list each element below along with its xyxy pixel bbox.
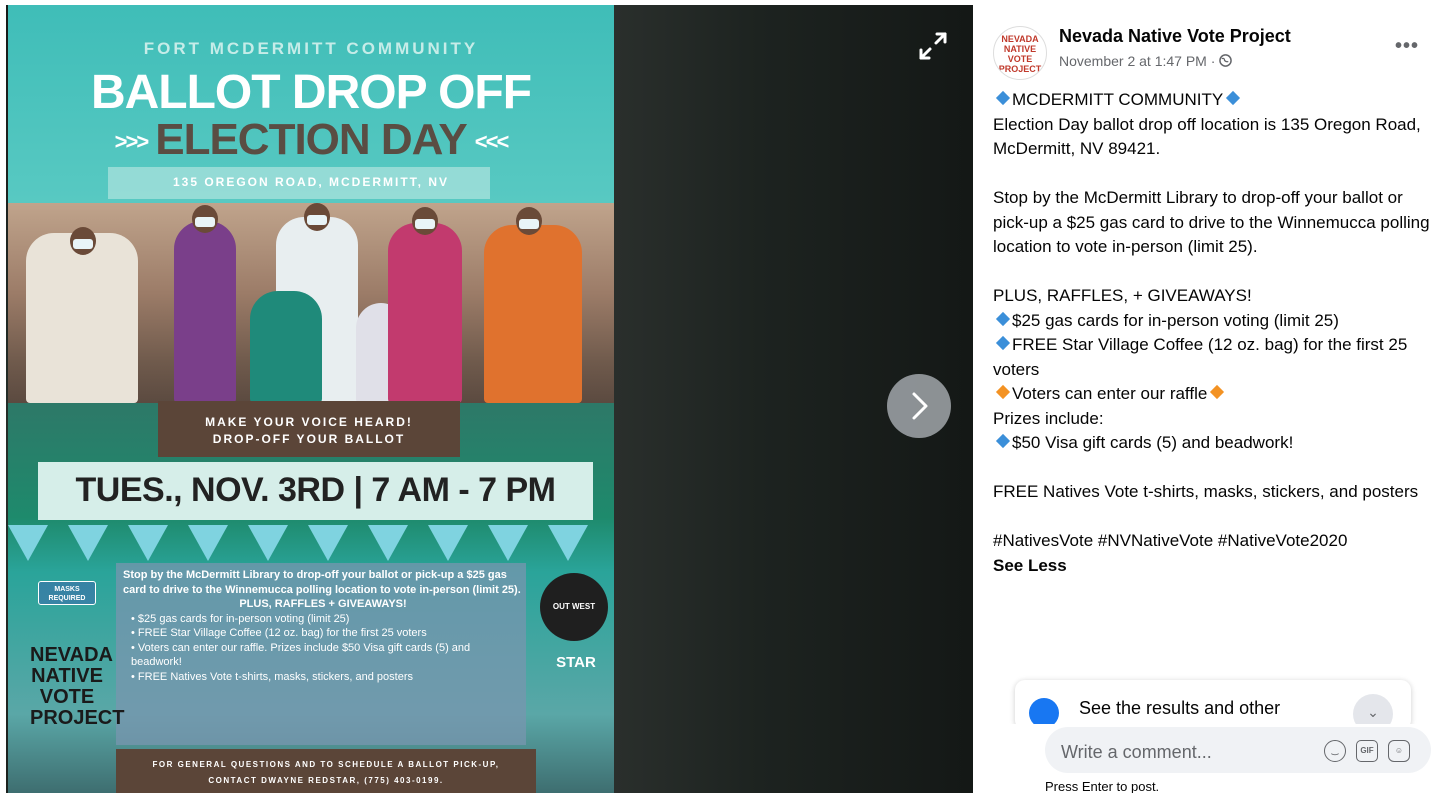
gif-icon[interactable]: GIF [1356, 740, 1378, 762]
triangle-pattern [8, 525, 588, 561]
person-figure [26, 233, 138, 403]
post-hashtags[interactable]: #NativesVote #NVNativeVote #NativeVote20… [993, 529, 1433, 554]
voice-text: MAKE YOUR VOICE HEARD! DROP-OFF YOUR BAL… [205, 415, 413, 446]
out-west-logo: OUT WEST [540, 573, 608, 641]
sticker-icon[interactable]: ☺ [1388, 740, 1410, 762]
post-paragraph: FREE Natives Vote t-shirts, masks, stick… [993, 482, 1419, 501]
post-item: FREE Star Village Coffee (12 oz. bag) fo… [993, 335, 1408, 379]
poster-image: FORT MCDERMITT COMMUNITY BALLOT DROP OFF… [8, 5, 614, 793]
post-paragraph: Election Day ballot drop off location is… [993, 114, 1421, 159]
nnvp-logo: NEVADA NATIVE VOTE PROJECT [30, 644, 125, 729]
group-photo [8, 203, 614, 403]
person-figure [250, 291, 322, 403]
poster-subtitle: FORT MCDERMITT COMMUNITY [143, 39, 479, 58]
results-card[interactable]: See the results and other ⌄ [1015, 680, 1411, 730]
comment-bar: Write a comment... ‿ GIF ☺ Press Enter t… [973, 724, 1448, 793]
comment-placeholder: Write a comment... [1061, 742, 1212, 762]
poster-footer: FOR GENERAL QUESTIONS AND TO SCHEDULE A … [152, 760, 500, 785]
post-text: MCDERMITT COMMUNITY Election Day ballot … [993, 88, 1433, 578]
more-options-button[interactable]: ••• [1391, 34, 1423, 66]
post-title-line: MCDERMITT COMMUNITY [993, 88, 1433, 113]
avatar-logo-text: NEVADA NATIVE VOTE PROJECT [998, 34, 1042, 74]
poster-info-item: Voters can enter our raffle. Prizes incl… [131, 641, 523, 670]
results-text: See the results and other [1079, 698, 1281, 718]
orange-diamond-icon [1210, 384, 1225, 400]
face-mask [519, 219, 539, 229]
face-mask [73, 239, 93, 249]
blue-diamond-icon [1226, 90, 1241, 106]
poster-info-item: FREE Natives Vote t-shirts, masks, stick… [131, 670, 523, 685]
post-item: $50 Visa gift cards (5) and beadwork! [993, 431, 1433, 456]
poster-date: TUES., NOV. 3RD | 7 AM - 7 PM [75, 471, 556, 509]
post-prizes: Prizes include: [993, 408, 1104, 428]
poster-title-2: >>> ELECTION DAY <<< [114, 115, 510, 164]
press-enter-hint: Press Enter to post. [1045, 779, 1160, 793]
chevrons-left: >>> [114, 129, 150, 155]
face-mask [415, 219, 435, 229]
chevrons-right: <<< [474, 129, 510, 155]
blue-diamond-icon [995, 433, 1011, 449]
chevron-right-icon [912, 392, 928, 420]
post-paragraph: Stop by the McDermitt Library to drop-of… [993, 188, 1430, 256]
comment-input[interactable]: Write a comment... ‿ GIF ☺ [1045, 727, 1431, 773]
poster-info-item: FREE Star Village Coffee (12 oz. bag) fo… [131, 626, 523, 641]
expand-icon [919, 32, 947, 60]
post-plus: PLUS, RAFFLES, + GIVEAWAYS! [993, 286, 1252, 305]
globe-icon [1219, 54, 1233, 67]
post-panel: NEVADA NATIVE VOTE PROJECT Nevada Native… [973, 0, 1448, 793]
post-timestamp[interactable]: November 2 at 1:47 PM · [1059, 53, 1233, 69]
poster-address: 135 OREGON ROAD, MCDERMITT, NV [172, 175, 450, 189]
poster-info: Stop by the McDermitt Library to drop-of… [123, 568, 523, 684]
post-item: $25 gas cards for in-person voting (limi… [993, 309, 1433, 334]
orange-diamond-icon [995, 384, 1011, 400]
poster-title: BALLOT DROP OFF [90, 66, 532, 119]
next-photo-button[interactable] [887, 374, 951, 438]
person-figure [484, 225, 582, 403]
blue-diamond-icon [995, 90, 1011, 106]
page-name-link[interactable]: Nevada Native Vote Project [1059, 26, 1291, 47]
face-mask [195, 217, 215, 227]
expand-button[interactable] [915, 28, 951, 64]
face-mask [307, 215, 327, 225]
blue-diamond-icon [995, 311, 1011, 326]
poster-info-item: $25 gas cards for in-person voting (limi… [131, 612, 523, 627]
person-figure [388, 223, 462, 403]
blue-diamond-icon [995, 335, 1011, 351]
masks-required-badge: MASKS REQUIRED [38, 581, 96, 605]
emoji-icon[interactable]: ‿ [1324, 740, 1346, 762]
facebook-photo-viewer: FORT MCDERMITT COMMUNITY BALLOT DROP OFF… [0, 0, 1448, 793]
photo-viewer: FORT MCDERMITT COMMUNITY BALLOT DROP OFF… [0, 0, 973, 793]
star-village-logo: STAR [556, 654, 596, 671]
post-item: Voters can enter our raffle [993, 382, 1433, 407]
page-avatar[interactable]: NEVADA NATIVE VOTE PROJECT [993, 26, 1047, 80]
see-less-link[interactable]: See Less [993, 554, 1433, 579]
person-figure [174, 221, 236, 403]
